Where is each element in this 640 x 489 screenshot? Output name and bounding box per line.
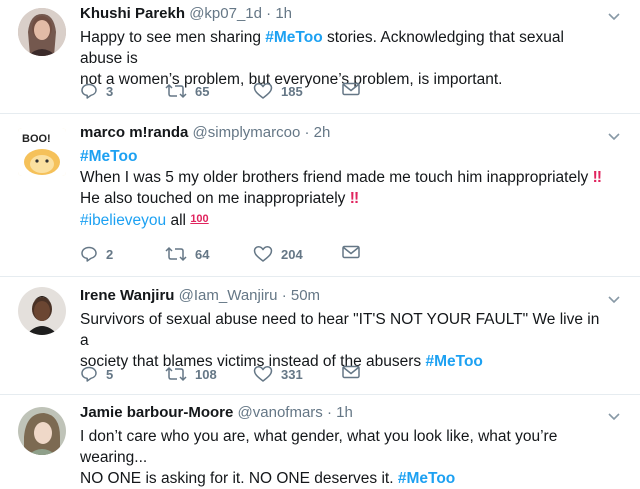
- reply-button[interactable]: 3: [80, 82, 113, 100]
- likes-count: 185: [281, 83, 303, 99]
- tweet[interactable]: Jamie barbour-Moore @vanofmars · 1h I do…: [0, 395, 640, 487]
- retweets-count: 64: [195, 246, 210, 262]
- avatar[interactable]: [18, 287, 66, 335]
- reply-icon: [80, 365, 98, 383]
- likes-count: 331: [281, 366, 303, 382]
- user-handle[interactable]: @vanofmars: [238, 404, 323, 421]
- direct-message-button[interactable]: [342, 245, 360, 259]
- direct-message-button[interactable]: [342, 82, 360, 96]
- avatar[interactable]: [18, 8, 66, 56]
- timestamp[interactable]: 2h: [314, 124, 331, 141]
- hashtag-link[interactable]: #MeToo: [80, 148, 137, 165]
- like-button[interactable]: 331: [253, 365, 303, 383]
- hashtag-link[interactable]: #MeToo: [265, 29, 322, 46]
- text-segment: He also touched on me inappropriately: [80, 190, 350, 207]
- timestamp[interactable]: 1h: [275, 5, 292, 22]
- text-segment: When I was 5 my older brothers friend ma…: [80, 169, 593, 186]
- retweet-icon: [165, 82, 187, 100]
- tweet-text-line: #MeToo: [80, 146, 610, 167]
- text-segment: NO ONE is asking for it. NO ONE deserves…: [80, 470, 398, 487]
- separator-dot: ·: [266, 5, 272, 22]
- chevron-down-icon[interactable]: [608, 408, 620, 426]
- envelope-icon: [342, 245, 360, 259]
- user-handle[interactable]: @simplymarcoo: [193, 124, 301, 141]
- text-segment: Happy to see men sharing: [80, 29, 266, 46]
- heart-icon: [253, 245, 273, 263]
- retweet-button[interactable]: 64: [165, 245, 209, 263]
- text-segment: all: [166, 212, 191, 229]
- tweet-text: Survivors of sexual abuse need to hear "…: [80, 309, 610, 372]
- reply-button[interactable]: 5: [80, 365, 113, 383]
- retweet-icon: [165, 245, 187, 263]
- user-handle[interactable]: @Iam_Wanjiru: [179, 287, 278, 304]
- separator-dot: ·: [326, 404, 332, 421]
- chevron-down-icon[interactable]: [608, 128, 620, 146]
- double-exclamation-emoji: ‼: [349, 190, 359, 207]
- avatar[interactable]: BOO!: [18, 128, 66, 176]
- retweets-count: 65: [195, 83, 210, 99]
- separator-dot: ·: [281, 287, 287, 304]
- display-name[interactable]: Khushi Parekh: [80, 5, 185, 22]
- hashtag-link[interactable]: #MeToo: [398, 470, 455, 487]
- reply-button[interactable]: 2: [80, 245, 113, 263]
- tweet-header: marco m!randa @simplymarcoo · 2h: [80, 123, 610, 143]
- retweets-count: 108: [195, 366, 217, 382]
- display-name[interactable]: Irene Wanjiru: [80, 287, 174, 304]
- separator-dot: ·: [304, 124, 310, 141]
- hundred-points-emoji: 100: [190, 213, 209, 225]
- display-name[interactable]: marco m!randa: [80, 124, 188, 141]
- text-segment: Survivors of sexual abuse need to hear "…: [80, 311, 600, 349]
- like-button[interactable]: 185: [253, 82, 303, 100]
- tweet-text-line: Happy to see men sharing #MeToo stories.…: [80, 27, 610, 69]
- text-segment: I don’t care who you are, what gender, w…: [80, 428, 558, 466]
- direct-message-button[interactable]: [342, 365, 360, 379]
- tweet[interactable]: Khushi Parekh @kp07_1d · 1h Happy to see…: [0, 0, 640, 114]
- tweet-text-line: NO ONE is asking for it. NO ONE deserves…: [80, 468, 610, 489]
- chevron-down-icon[interactable]: [608, 291, 620, 309]
- retweet-button[interactable]: 108: [165, 365, 217, 383]
- reply-icon: [80, 245, 98, 263]
- double-exclamation-emoji: ‼: [592, 169, 602, 186]
- timestamp[interactable]: 50m: [291, 287, 320, 304]
- likes-count: 204: [281, 246, 303, 262]
- tweet-text: Happy to see men sharing #MeToo stories.…: [80, 27, 610, 90]
- avatar[interactable]: [18, 407, 66, 455]
- envelope-icon: [342, 82, 360, 96]
- tweet-text-line: I don’t care who you are, what gender, w…: [80, 426, 610, 468]
- replies-count: 3: [106, 83, 114, 99]
- retweet-icon: [165, 365, 187, 383]
- replies-count: 2: [106, 246, 114, 262]
- like-button[interactable]: 204: [253, 245, 303, 263]
- timestamp[interactable]: 1h: [336, 404, 353, 421]
- heart-icon: [253, 365, 273, 383]
- tweet-text-line: Survivors of sexual abuse need to hear "…: [80, 309, 610, 351]
- retweet-button[interactable]: 65: [165, 82, 209, 100]
- user-handle[interactable]: @kp07_1d: [189, 5, 262, 22]
- hashtag-link[interactable]: #MeToo: [425, 353, 482, 370]
- tweet-text-line: #ibelieveyou all 100: [80, 209, 610, 231]
- reply-icon: [80, 82, 98, 100]
- tweet[interactable]: BOO! marco m!randa @simplymarcoo · 2h #M…: [0, 114, 640, 277]
- tweet-text-line: He also touched on me inappropriately ‼: [80, 188, 610, 209]
- avatar-text: BOO!: [22, 133, 51, 145]
- replies-count: 5: [106, 366, 114, 382]
- chevron-down-icon[interactable]: [608, 8, 620, 26]
- envelope-icon: [342, 365, 360, 379]
- tweet[interactable]: Irene Wanjiru @Iam_Wanjiru · 50m Survivo…: [0, 277, 640, 395]
- tweet-text-line: When I was 5 my older brothers friend ma…: [80, 167, 610, 188]
- tweet-text: #MeToo When I was 5 my older brothers fri…: [80, 146, 610, 231]
- tweet-header: Irene Wanjiru @Iam_Wanjiru · 50m: [80, 286, 610, 306]
- tweet-header: Jamie barbour-Moore @vanofmars · 1h: [80, 403, 610, 423]
- tweet-header: Khushi Parekh @kp07_1d · 1h: [80, 4, 610, 24]
- heart-icon: [253, 82, 273, 100]
- hashtag-link[interactable]: #ibelieveyou: [80, 212, 166, 229]
- display-name[interactable]: Jamie barbour-Moore: [80, 404, 233, 421]
